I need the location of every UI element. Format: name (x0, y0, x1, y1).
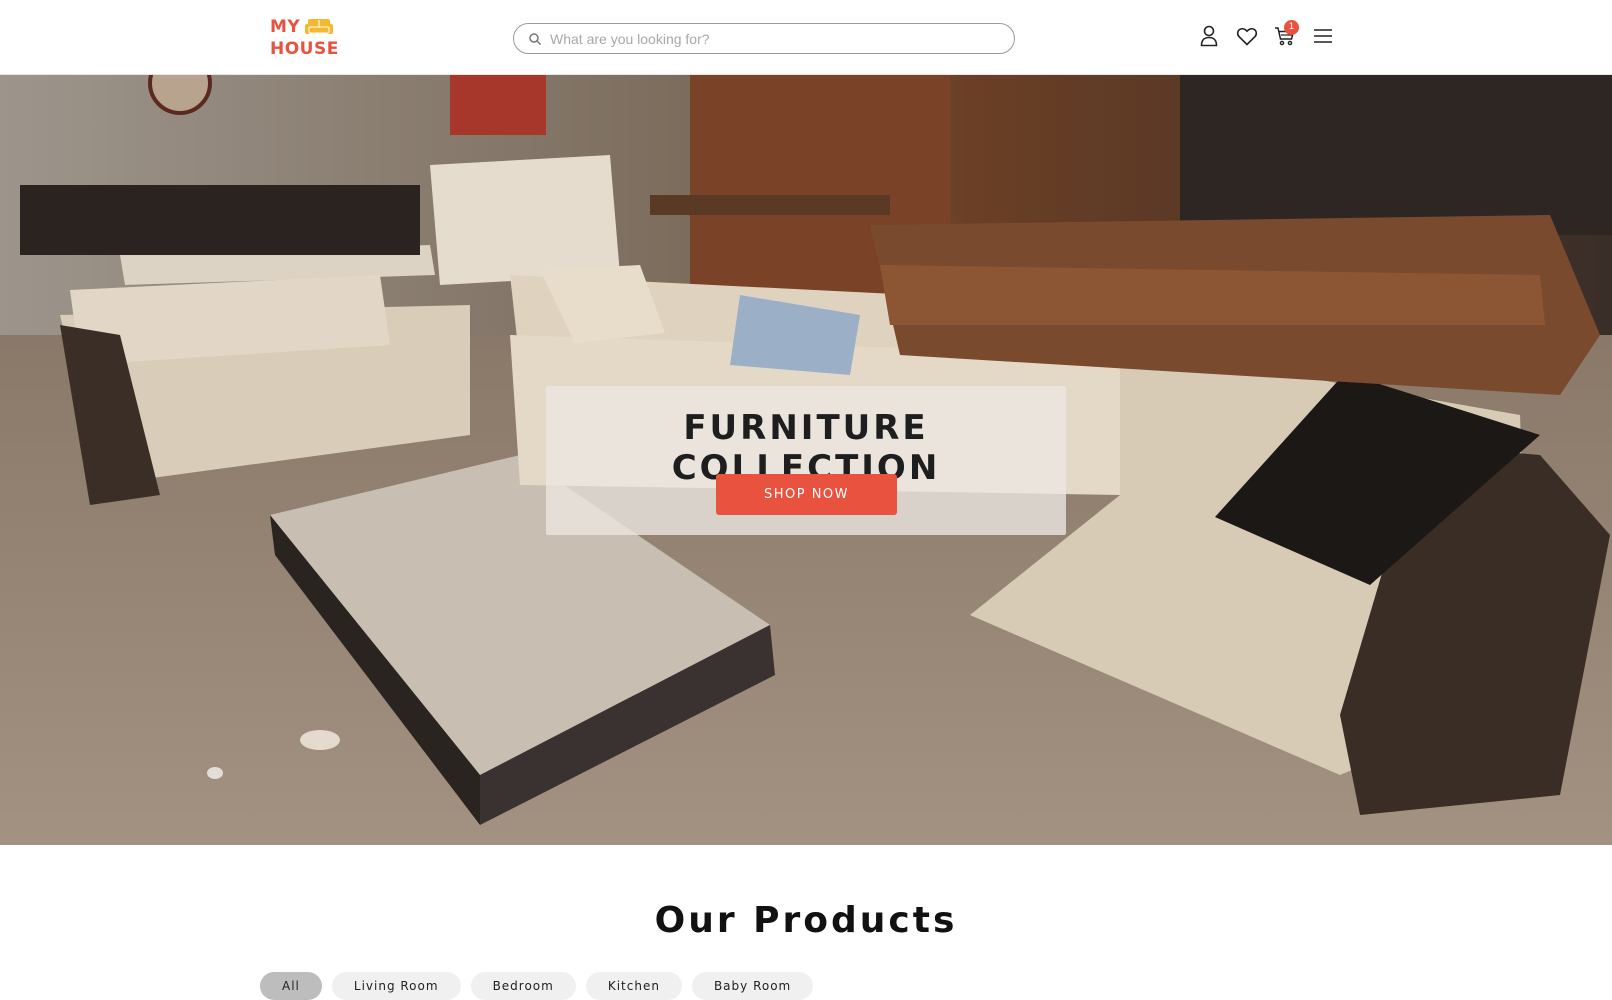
search-input[interactable] (550, 30, 990, 47)
menu-icon[interactable] (1311, 24, 1335, 48)
shop-now-button[interactable]: SHOP NOW (716, 474, 897, 515)
search-icon (528, 32, 542, 46)
brand-line2: HOUSE (270, 39, 339, 59)
filter-all[interactable]: All (260, 972, 322, 1000)
heart-icon[interactable] (1235, 24, 1259, 48)
category-filters: All Living Room Bedroom Kitchen Baby Roo… (260, 972, 814, 1000)
sofa-icon (304, 18, 334, 36)
user-icon[interactable] (1197, 24, 1221, 48)
filter-living-room[interactable]: Living Room (331, 972, 461, 1000)
brand-logo[interactable]: MY HOUSE (270, 16, 350, 60)
filter-bedroom[interactable]: Bedroom (470, 972, 576, 1000)
filter-kitchen[interactable]: Kitchen (585, 972, 682, 1000)
filter-baby-room[interactable]: Baby Room (691, 972, 814, 1000)
hero-caption: FURNITURE COLLECTION SHOP NOW (546, 386, 1066, 535)
hero-banner: FURNITURE COLLECTION SHOP NOW (0, 75, 1612, 845)
search-bar[interactable] (513, 23, 1015, 54)
site-header: MY HOUSE What are you looking for? 1 (0, 0, 1612, 75)
brand-line1: MY (270, 17, 301, 37)
cart-count-badge: 1 (1284, 20, 1299, 35)
section-title: Our Products (654, 900, 958, 941)
